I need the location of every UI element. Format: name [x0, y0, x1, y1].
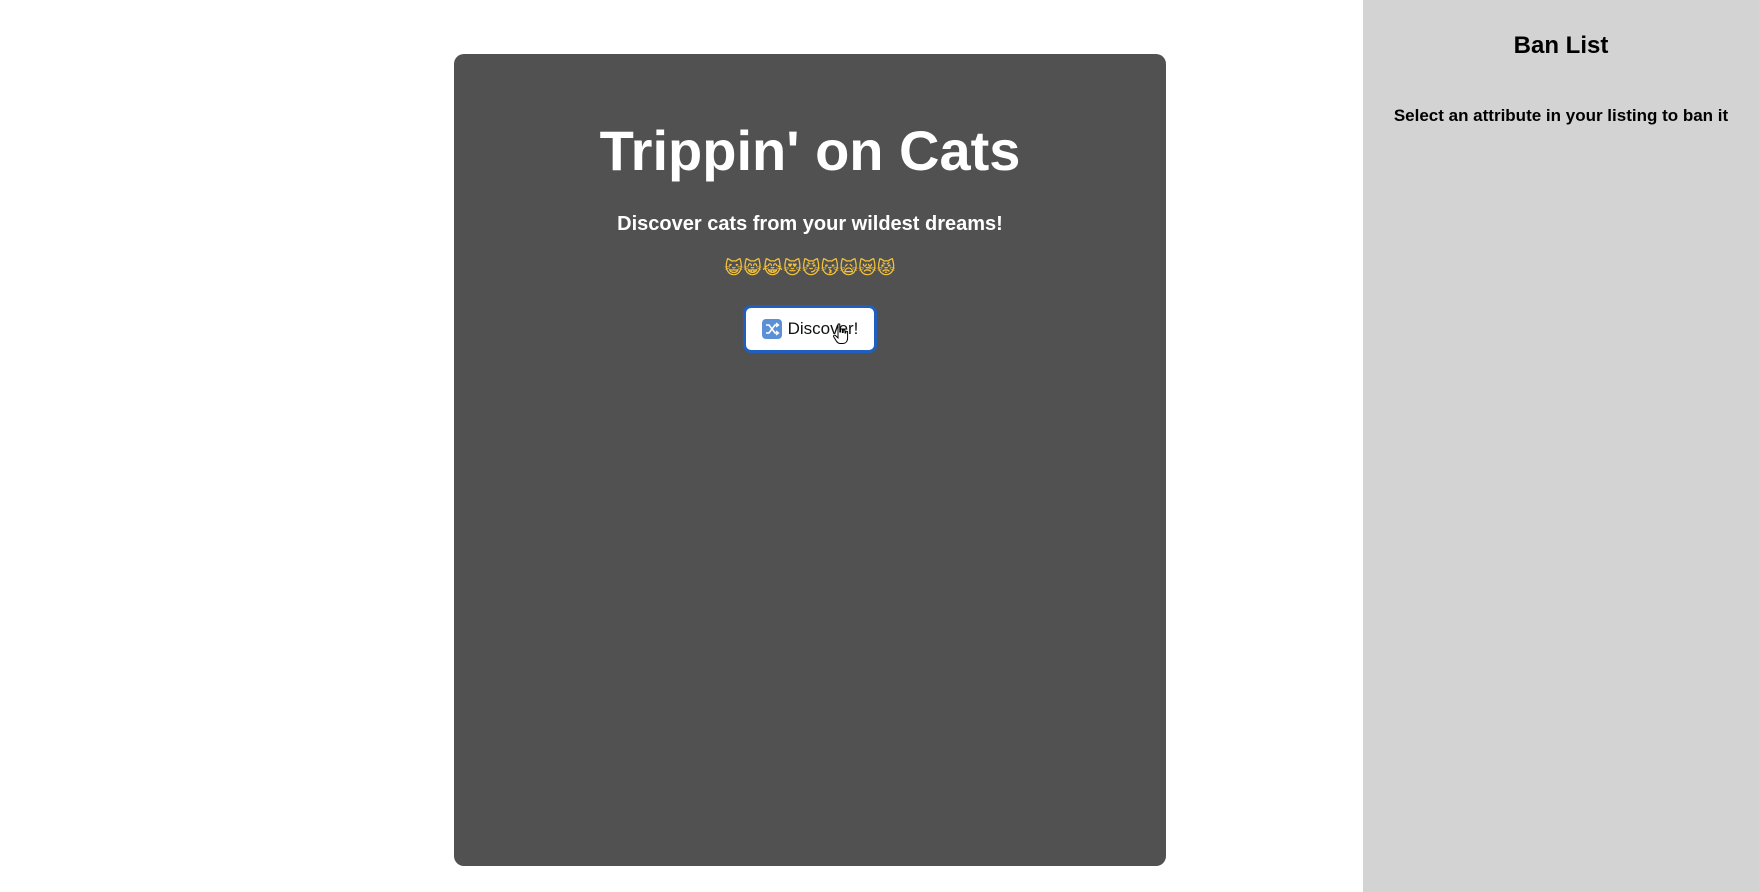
ban-list-title: Ban List [1513, 32, 1609, 59]
ban-list-instruction: Select an attribute in your listing to b… [1393, 106, 1729, 125]
hand-cursor-icon [832, 323, 850, 345]
page-subtitle: Discover cats from your wildest dreams! [617, 213, 1003, 235]
cat-emoji-row: 😺😸😹😻😼😽🙀😿😾 [724, 258, 896, 279]
main-card: Trippin' on Cats Discover cats from your… [454, 54, 1166, 866]
page-title: Trippin' on Cats [599, 119, 1021, 182]
shuffle-icon [761, 319, 782, 339]
discover-button[interactable]: Discover! [743, 305, 877, 353]
ban-list-sidebar: Ban List Select an attribute in your lis… [1363, 0, 1759, 892]
page: Trippin' on Cats Discover cats from your… [0, 0, 1759, 892]
